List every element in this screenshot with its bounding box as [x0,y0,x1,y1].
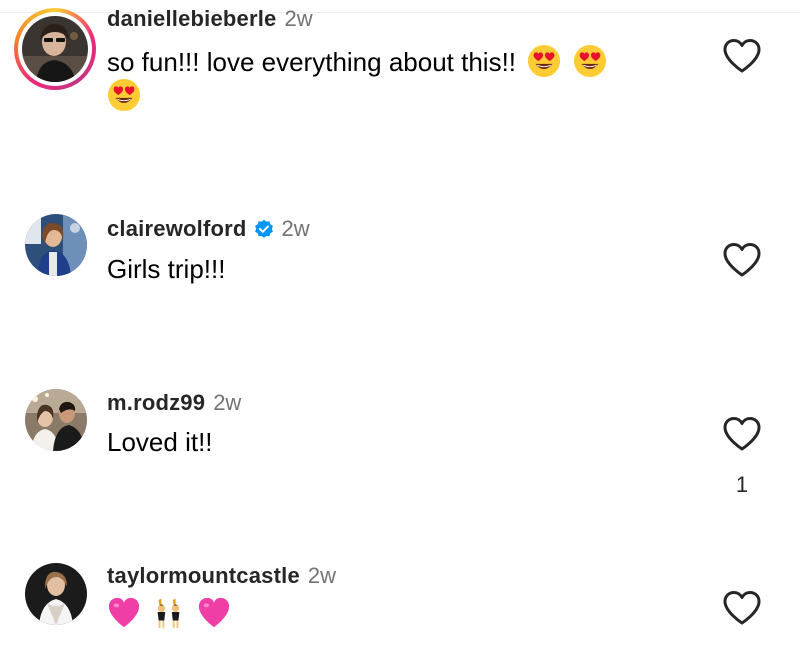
avatar-story-ring[interactable] [14,8,96,90]
dancing-bunny-emoji [157,598,180,629]
like-heart-icon[interactable] [722,38,762,74]
like-count[interactable]: 1 [722,472,762,498]
comment-body: so fun!!! love everything about this!! [107,47,517,77]
like-heart-icon[interactable] [722,416,762,452]
username[interactable]: clairewolford [107,216,247,242]
username[interactable]: taylormountcastle [107,563,300,589]
verified-badge-icon [254,219,273,238]
username[interactable]: m.rodz99 [107,390,205,416]
avatar [25,563,87,625]
like-heart-icon[interactable] [722,242,762,278]
timestamp: 2w [284,6,313,31]
pink-heart-emoji [108,597,140,628]
comment-text [107,596,231,631]
heart-eyes-emoji [528,44,561,78]
username[interactable]: daniellebieberle [107,6,277,32]
timestamp: 2w [307,563,337,588]
comment-header: m.rodz99 2w [107,390,241,416]
comment-text-wrap [107,78,141,113]
comment-body: Girls trip!!! [107,254,226,284]
like-heart-icon[interactable] [722,590,762,626]
timestamp: 2w [213,390,242,415]
pink-heart-emoji [199,597,230,628]
comment-header: clairewolford 2w [107,216,310,242]
timestamp: 2w [281,216,310,241]
comment-text: so fun!!! love everything about this!! [107,44,607,79]
comment-header: taylormountcastle 2w [107,563,336,589]
comment-text: Girls trip!!! [107,253,225,286]
avatar-wrap[interactable] [22,560,90,628]
comment-header: daniellebieberle 2w [107,6,313,32]
avatar-wrap[interactable] [22,211,90,279]
avatar [25,214,87,276]
heart-eyes-emoji [107,78,141,112]
avatar [22,16,88,82]
avatar [25,389,87,451]
comment-text: Loved it!! [107,426,213,459]
heart-eyes-emoji [573,44,606,78]
avatar-wrap[interactable] [22,386,90,454]
comment-body: Loved it!! [107,427,213,457]
